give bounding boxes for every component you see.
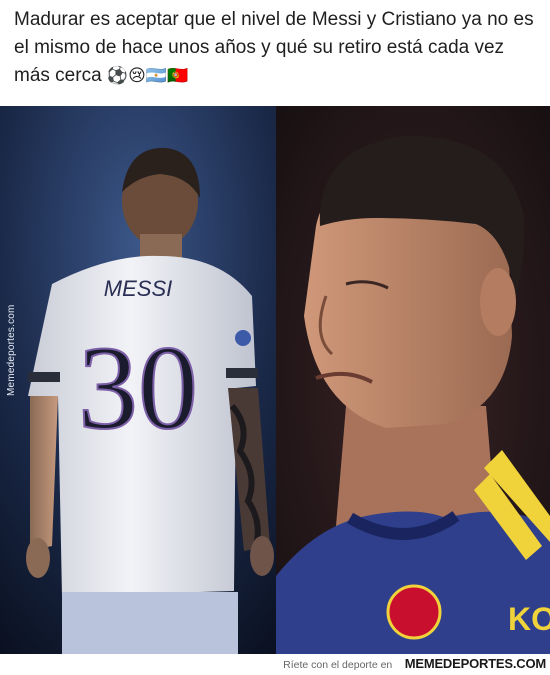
messi-panel: MESSI 30 Memedeportes.com: [0, 106, 276, 654]
footer-tagline: Ríete con el deporte en: [283, 659, 393, 671]
caption-text: Madurar es aceptar que el nivel de Messi…: [14, 9, 534, 86]
jersey-name: MESSI: [104, 276, 172, 301]
cristiano-illustration: KO: [276, 106, 550, 654]
jersey-sponsor-partial: KO: [508, 601, 550, 637]
messi-illustration: MESSI 30: [0, 106, 276, 654]
footer-credit: Ríete con el deporte en MEMEDEPORTES.COM: [0, 654, 550, 674]
meme-caption: Madurar es aceptar que el nivel de Messi…: [14, 6, 536, 90]
cristiano-panel: KO: [276, 106, 550, 654]
footer-brand: MEMEDEPORTES.COM: [404, 656, 546, 671]
side-watermark: Memedeportes.com: [6, 304, 17, 396]
jersey-number: 30: [78, 321, 198, 454]
caption-emojis: ⚽😢🇦🇷🇵🇹: [106, 66, 189, 86]
meme-photo: MESSI 30 Memedeportes.com KO: [0, 106, 550, 654]
